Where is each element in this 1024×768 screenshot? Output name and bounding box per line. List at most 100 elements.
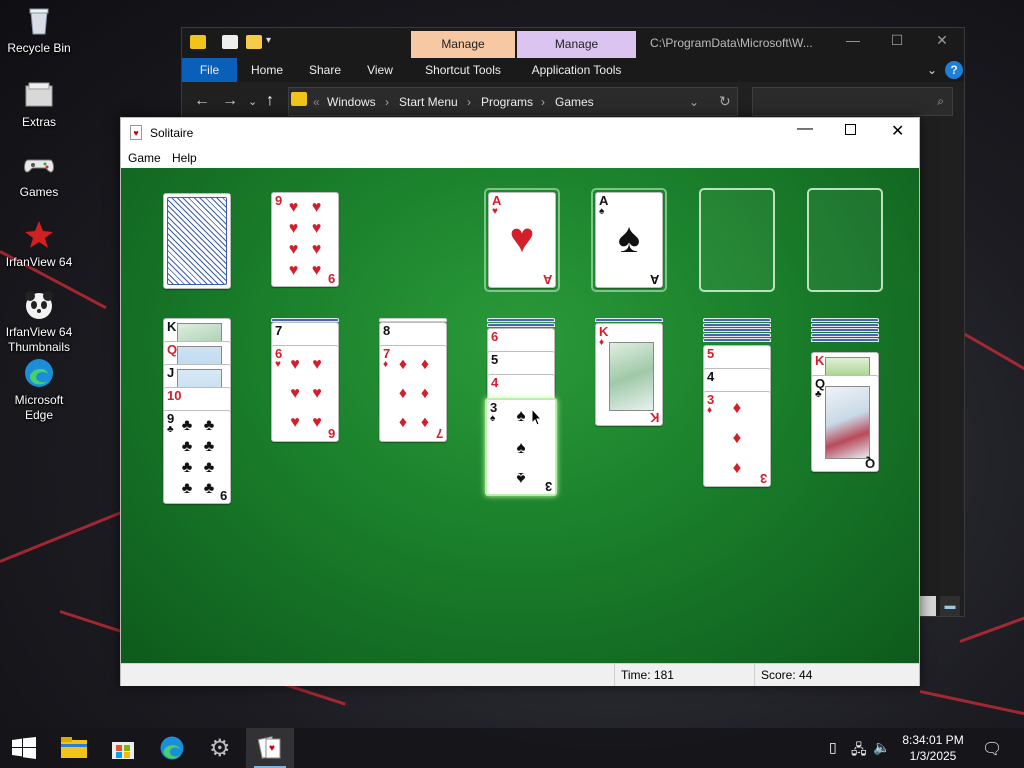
details-view-icon[interactable] (918, 596, 936, 616)
desktop-icon-irfanview[interactable]: IrfanView 64 (2, 218, 76, 270)
notifications-icon[interactable]: 🗨 (982, 739, 1002, 759)
desktop-icon-recycle-bin[interactable]: Recycle Bin (2, 4, 76, 56)
ribbon-tab-view[interactable]: View (358, 58, 402, 82)
card-6-hearts[interactable]: 6 ♥ ♥ ♥ ♥ ♥ ♥ ♥ 6 (271, 345, 339, 442)
large-icons-view-icon[interactable]: ▬ (940, 596, 960, 616)
address-bar[interactable]: « Windows › Start Menu › Programs › Game… (288, 87, 738, 116)
chevron-right-icon: › (467, 95, 471, 109)
volume-muted-icon[interactable]: 🔈 (873, 739, 890, 756)
desktop-icon-label: IrfanView 64 (5, 255, 73, 269)
taskbar-store[interactable] (99, 728, 147, 768)
breadcrumb-start-menu[interactable]: Start Menu (399, 95, 458, 109)
ribbon-tab-share[interactable]: Share (302, 58, 348, 82)
explorer-ribbon: File Home Share View Shortcut Tools Appl… (182, 58, 964, 82)
taskbar-settings[interactable]: ⚙ (197, 728, 245, 768)
maximize-icon[interactable]: ☐ (882, 32, 912, 49)
card-7-diamonds[interactable]: 7 ♦ ♦ ♦ ♦ ♦ ♦ ♦ 7 (379, 345, 447, 442)
desktop-icon-label: Extras (21, 115, 56, 129)
card-queen-clubs[interactable]: Q ♣ Q (811, 375, 879, 472)
maximize-icon[interactable] (845, 124, 856, 135)
search-input[interactable]: ⌕ (752, 87, 953, 116)
time-display: Time: 181 (614, 664, 754, 686)
card-suit: ♥ (492, 206, 498, 217)
explorer-titlebar[interactable]: ▾ Manage Manage C:\ProgramData\Microsoft… (182, 28, 964, 58)
address-dropdown-icon[interactable]: ⌄ (689, 95, 699, 109)
card-rank-bottom: 9 (327, 271, 335, 286)
breadcrumb-programs[interactable]: Programs (481, 95, 533, 109)
desktop-icon-label: Microsoft Edge (14, 393, 64, 422)
spade-suit-icon: ♠ (617, 214, 641, 261)
panda-icon (22, 288, 56, 322)
manage-application-tab[interactable]: Manage (517, 31, 636, 58)
card-3-spades-selected[interactable]: 3 ♠ ♠ ♠ ♠ 3 (485, 398, 557, 496)
new-folder-icon[interactable] (246, 35, 262, 49)
ribbon-tab-home[interactable]: Home (244, 58, 290, 82)
card-3-diamonds[interactable]: 3 ♦ ♦ ♦ ♦ 3 (703, 391, 771, 487)
chevron-right-icon: › (385, 95, 389, 109)
close-icon[interactable]: ✕ (891, 121, 904, 141)
card-king-diamonds[interactable]: K ♦ K (595, 323, 663, 426)
gamepad-icon (22, 148, 56, 182)
waste-card[interactable]: 9 ♥ ♥ ♥ ♥ ♥ ♥ ♥ ♥ 9 (271, 192, 339, 287)
network-icon[interactable]: 🖧 (851, 739, 867, 763)
menu-game[interactable]: Game (128, 151, 161, 165)
desktop-icon-edge[interactable]: Microsoft Edge (2, 356, 76, 423)
folder-icon (22, 78, 56, 112)
properties-icon[interactable] (222, 35, 238, 49)
foundation-card-spades[interactable]: A ♠ ♠ A (595, 192, 663, 288)
store-icon (112, 742, 134, 759)
ribbon-tab-application-tools[interactable]: Application Tools (517, 58, 636, 82)
taskbar-solitaire[interactable]: ♥ (246, 728, 294, 768)
irfanview-icon (22, 218, 56, 252)
close-icon[interactable]: ✕ (927, 32, 957, 49)
taskbar-file-explorer[interactable] (50, 728, 98, 768)
card-suit: ♠ (599, 206, 605, 217)
ribbon-tab-shortcut-tools[interactable]: Shortcut Tools (411, 58, 515, 82)
taskbar-clock[interactable]: 8:34:01 PM 1/3/2025 (893, 732, 973, 764)
card-9-clubs[interactable]: 9 ♣ ♣ ♣ ♣ ♣ ♣ ♣ ♣ ♣ 9 (163, 410, 231, 504)
settings-gear-icon: ⚙ (209, 735, 231, 762)
desktop-icon-label: IrfanView 64 Thumbnails (5, 325, 73, 354)
forward-arrow-icon[interactable]: → (222, 92, 238, 110)
breadcrumb-games[interactable]: Games (555, 95, 594, 109)
customize-qat-icon[interactable]: ▾ (266, 35, 276, 49)
help-icon[interactable]: ? (945, 61, 963, 79)
solitaire-titlebar[interactable]: ♥ Solitaire — ✕ (121, 118, 919, 148)
refresh-icon[interactable]: ↻ (719, 93, 731, 110)
ribbon-tab-file[interactable]: File (182, 58, 237, 82)
score-value: 44 (799, 668, 813, 682)
back-arrow-icon[interactable]: ← (194, 92, 210, 110)
minimize-icon[interactable]: — (797, 120, 813, 138)
time-value: 181 (653, 668, 674, 682)
clock-time: 8:34:01 PM (902, 733, 964, 747)
menu-help[interactable]: Help (172, 151, 197, 165)
foundation-card-hearts[interactable]: A ♥ ♥ A (488, 192, 556, 288)
taskbar: ⚙ ♥ ▯ 🖧 🔈 8:34:01 PM 1/3/2025 🗨 (0, 728, 1024, 768)
start-button[interactable] (0, 728, 48, 768)
search-icon: ⌕ (937, 94, 944, 108)
minimize-icon[interactable]: — (838, 32, 868, 48)
desktop-icon-irfanview-thumbnails[interactable]: IrfanView 64 Thumbnails (2, 288, 76, 355)
status-bar: Time: 181 Score: 44 (121, 663, 919, 686)
manage-shortcut-tab[interactable]: Manage (411, 31, 515, 58)
taskbar-edge[interactable] (148, 728, 196, 768)
breadcrumb-overflow-icon[interactable]: « (313, 95, 320, 109)
mouse-pointer-icon (531, 408, 543, 426)
foundation-slot-3[interactable] (699, 188, 775, 292)
folder-icon (190, 35, 206, 49)
desktop-icon-extras[interactable]: Extras (2, 78, 76, 130)
recent-locations-icon[interactable]: ⌄ (248, 95, 257, 108)
solitaire-window[interactable]: ♥ Solitaire — ✕ Game Help 9 ♥ ♥ ♥ ♥ ♥ ♥ ♥ ♥ 9 A… (120, 117, 920, 686)
solitaire-icon: ♥ (130, 125, 142, 140)
breadcrumb-windows[interactable]: Windows (327, 95, 376, 109)
heart-suit-icon: ♥ (509, 214, 535, 261)
desktop-icon-games[interactable]: Games (2, 148, 76, 200)
usb-device-icon[interactable]: ▯ (829, 739, 837, 756)
explorer-navigation-bar: ← → ⌄ ↑ « Windows › Start Menu › Program… (182, 82, 964, 122)
stock-pile[interactable] (163, 193, 231, 289)
up-arrow-icon[interactable]: ↑ (266, 92, 274, 110)
folder-icon (291, 92, 307, 106)
file-explorer-icon (61, 737, 87, 758)
foundation-slot-4[interactable] (807, 188, 883, 292)
ribbon-collapse-icon[interactable]: ⌄ (924, 58, 940, 82)
